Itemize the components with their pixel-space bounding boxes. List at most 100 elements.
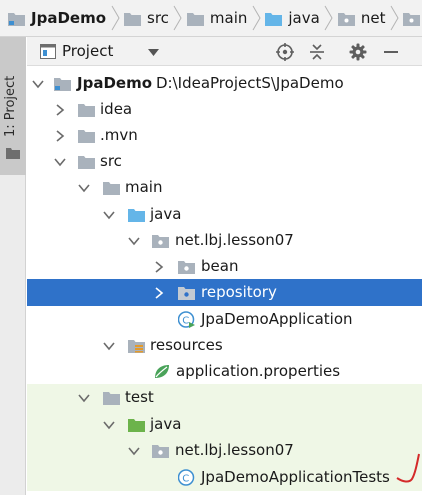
- breadcrumb-label: net: [360, 9, 386, 27]
- tree-node-repository[interactable]: repository: [27, 279, 422, 306]
- tree-node-bean[interactable]: bean: [27, 253, 422, 280]
- project-tool-label: 1: Project: [3, 75, 18, 137]
- tree-node-app-properties[interactable]: application.properties: [27, 358, 422, 385]
- chevron-right-icon[interactable]: [153, 287, 165, 299]
- chevron-down-icon[interactable]: [103, 340, 115, 352]
- folder-icon: [186, 12, 204, 26]
- folder-icon: [103, 392, 120, 405]
- breadcrumb-item-java[interactable]: java: [265, 0, 320, 36]
- tree-node-label: JpaDemo: [77, 74, 152, 92]
- package-icon: [152, 445, 169, 458]
- chevron-down-icon[interactable]: [78, 182, 90, 194]
- tree-node-label: JpaDemoApplicationTests: [201, 468, 390, 486]
- package-icon: [337, 12, 355, 26]
- collapse-all-icon: [310, 44, 324, 60]
- view-selector-label[interactable]: Project: [62, 42, 113, 60]
- chevron-right-icon: [169, 0, 187, 36]
- tree-node-project-root[interactable]: JpaDemo D:\IdeaProjectS\JpaDemo: [27, 70, 422, 97]
- project-tree: JpaDemo D:\IdeaProjectS\JpaDemo idea .mv…: [27, 66, 422, 495]
- project-path: D:\IdeaProjectS\JpaDemo: [156, 74, 344, 92]
- tree-node-label: application.properties: [176, 362, 341, 380]
- project-folder-icon: [8, 12, 25, 26]
- collapse-all-button[interactable]: [307, 42, 327, 62]
- chevron-down-icon[interactable]: [148, 49, 159, 56]
- folder-icon: [78, 104, 95, 117]
- tree-node-mvn[interactable]: .mvn: [27, 122, 422, 149]
- source-folder-icon: [265, 12, 283, 26]
- chevron-right-icon[interactable]: [54, 104, 66, 116]
- spring-boot-class-icon: C: [178, 311, 195, 328]
- chevron-down-icon[interactable]: [54, 156, 66, 168]
- folder-icon: [78, 130, 95, 143]
- breadcrumb-item-src[interactable]: src: [124, 0, 169, 36]
- tree-node-test-java[interactable]: java: [27, 411, 422, 438]
- settings-button[interactable]: [348, 42, 368, 62]
- chevron-right-icon: [320, 0, 338, 36]
- folder-icon: [78, 156, 95, 169]
- tree-node-label: .mvn: [100, 126, 138, 144]
- svg-text:C: C: [182, 474, 189, 485]
- spring-properties-icon: [155, 365, 169, 378]
- tree-node-main-java[interactable]: java: [27, 201, 422, 228]
- tree-node-test[interactable]: test: [27, 384, 422, 411]
- breadcrumb-item-net[interactable]: net: [337, 0, 386, 36]
- tree-node-label: main: [125, 178, 163, 196]
- tool-window-stripe: 1: Project: [0, 37, 26, 495]
- package-icon: [178, 261, 195, 274]
- package-icon: [178, 287, 195, 300]
- breadcrumb-item-project[interactable]: JpaDemo: [8, 0, 106, 36]
- tree-node-test-class[interactable]: C JpaDemoApplicationTests: [27, 453, 422, 491]
- source-folder-icon: [128, 209, 145, 222]
- chevron-down-icon[interactable]: [78, 392, 90, 404]
- package-icon: [403, 12, 421, 26]
- project-toolbar: Project: [27, 37, 422, 66]
- chevron-down-icon[interactable]: [128, 445, 140, 457]
- red-annotation-mark: [396, 453, 420, 483]
- gear-icon: [349, 43, 367, 61]
- folder-icon: [124, 12, 141, 26]
- breadcrumb: JpaDemo src main java net: [0, 0, 422, 37]
- chevron-down-icon[interactable]: [103, 419, 115, 431]
- tree-node-main-package[interactable]: net.lbj.lesson07: [27, 227, 422, 254]
- breadcrumb-label: JpaDemo: [31, 9, 106, 27]
- svg-text:C: C: [182, 316, 189, 327]
- breadcrumb-label: main: [209, 9, 248, 27]
- tree-node-label: java: [150, 415, 182, 433]
- project-folder-icon: [54, 78, 71, 91]
- chevron-right-icon: [247, 0, 265, 36]
- tree-node-resources[interactable]: resources: [27, 332, 422, 359]
- chevron-down-icon[interactable]: [128, 235, 140, 247]
- folder-icon: [103, 182, 120, 195]
- tree-node-label-text: idea: [100, 100, 133, 118]
- folder-icon: [6, 148, 20, 159]
- project-view-icon: [40, 44, 56, 59]
- project-tool-tab[interactable]: 1: Project: [0, 37, 26, 175]
- breadcrumb-item-overflow[interactable]: [403, 0, 421, 36]
- tree-node-test-package[interactable]: net.lbj.lesson07: [27, 437, 422, 464]
- tree-node-main[interactable]: main: [27, 174, 422, 201]
- tree-node-label: repository: [201, 283, 277, 301]
- tree-node-src[interactable]: src: [27, 148, 422, 175]
- crosshair-icon: [276, 43, 294, 61]
- package-icon: [152, 235, 169, 248]
- tree-node-label: JpaDemoApplication: [201, 310, 353, 328]
- chevron-right-icon: [106, 0, 124, 36]
- tree-node-label: java: [150, 205, 182, 223]
- tree-node-label: net.lbj.lesson07: [175, 441, 294, 459]
- minimize-icon: [384, 51, 398, 53]
- tree-node-idea[interactable]: idea: [27, 96, 422, 123]
- chevron-right-icon[interactable]: [54, 130, 66, 142]
- chevron-down-icon[interactable]: [103, 209, 115, 221]
- test-source-folder-icon: [128, 419, 145, 432]
- tree-node-label: idea: [100, 100, 132, 118]
- chevron-down-icon[interactable]: [32, 78, 44, 90]
- tree-node-app-class[interactable]: C JpaDemoApplication: [27, 306, 422, 333]
- tree-node-label: src: [100, 152, 122, 170]
- locate-button[interactable]: [275, 42, 295, 62]
- tree-node-label: net.lbj.lesson07: [175, 231, 294, 249]
- chevron-right-icon[interactable]: [153, 261, 165, 273]
- hide-panel-button[interactable]: [381, 42, 401, 62]
- tree-node-label: resources: [150, 336, 223, 354]
- tree-node-label: test: [125, 388, 154, 406]
- breadcrumb-item-main[interactable]: main: [186, 0, 248, 36]
